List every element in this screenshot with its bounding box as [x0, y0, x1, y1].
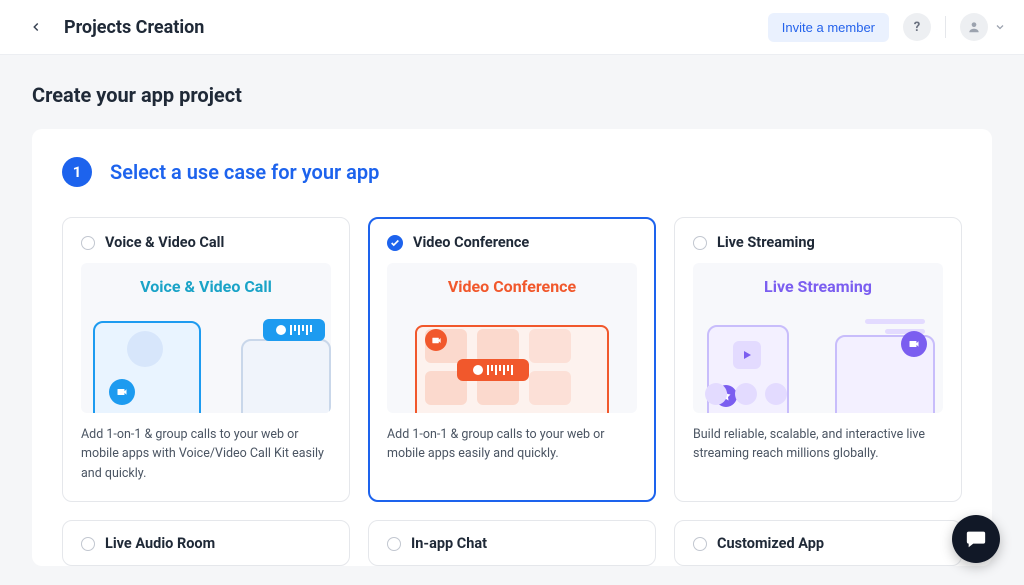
card-description: Add 1-on-1 & group calls to your web or …	[81, 425, 331, 483]
illustration-label: Live Streaming	[693, 263, 943, 296]
card-title: Live Audio Room	[105, 535, 215, 552]
use-case-card-live-audio-room[interactable]: Live Audio Room	[62, 520, 350, 566]
card-head: In-app Chat	[387, 535, 637, 552]
use-case-card-in-app-chat[interactable]: In-app Chat	[368, 520, 656, 566]
radio-unchecked-icon	[693, 537, 707, 551]
help-button[interactable]: ?	[903, 13, 931, 41]
card-title: Live Streaming	[717, 234, 815, 251]
card-illustration: Voice & Video Call	[81, 263, 331, 413]
back-button[interactable]	[24, 15, 48, 39]
card-head: Live Audio Room	[81, 535, 331, 552]
card-illustration: Live Streaming	[693, 263, 943, 413]
step-header: 1 Select a use case for your app	[62, 157, 962, 187]
play-icon	[733, 341, 761, 369]
user-icon	[967, 20, 981, 34]
chevron-down-icon	[994, 21, 1006, 33]
audio-wave-icon	[263, 319, 325, 341]
audio-wave-icon	[457, 359, 529, 381]
use-case-card-video-conference[interactable]: Video Conference Video Conference Add 1	[368, 217, 656, 502]
radio-unchecked-icon	[387, 537, 401, 551]
page-heading: Create your app project	[32, 83, 992, 107]
chat-icon	[965, 528, 987, 550]
card-head: Customized App	[693, 535, 943, 552]
camera-icon	[901, 331, 927, 357]
use-case-card-customized-app[interactable]: Customized App	[674, 520, 962, 566]
step-title: Select a use case for your app	[110, 160, 379, 184]
page-title: Projects Creation	[64, 17, 768, 38]
card-head: Live Streaming	[693, 234, 943, 251]
help-icon: ?	[914, 20, 920, 35]
radio-checked-icon	[387, 235, 403, 251]
use-case-grid: Voice & Video Call Voice & Video Call A	[62, 217, 962, 502]
illustration-label: Voice & Video Call	[81, 263, 331, 296]
chat-support-button[interactable]	[952, 515, 1000, 563]
radio-unchecked-icon	[81, 537, 95, 551]
invite-member-button[interactable]: Invite a member	[768, 13, 889, 42]
top-bar: Projects Creation Invite a member ?	[0, 0, 1024, 55]
card-head: Voice & Video Call	[81, 234, 331, 251]
radio-unchecked-icon	[81, 236, 95, 250]
card-title: Video Conference	[413, 234, 529, 251]
divider	[945, 16, 946, 38]
user-menu[interactable]	[960, 13, 1006, 41]
card-description: Build reliable, scalable, and interactiv…	[693, 425, 943, 464]
chevron-left-icon	[29, 20, 43, 34]
card-illustration: Video Conference	[387, 263, 637, 413]
camera-icon	[109, 379, 135, 405]
radio-unchecked-icon	[693, 236, 707, 250]
use-case-grid-row2: Live Audio Room In-app Chat Customized A…	[62, 520, 962, 566]
main-content: Create your app project 1 Select a use c…	[0, 55, 1024, 566]
step-number-badge: 1	[62, 157, 92, 187]
card-head: Video Conference	[387, 234, 637, 251]
illustration-label: Video Conference	[387, 263, 637, 296]
card-description: Add 1-on-1 & group calls to your web or …	[387, 425, 637, 464]
card-title: Voice & Video Call	[105, 234, 224, 251]
avatar	[960, 13, 988, 41]
use-case-card-live-streaming[interactable]: Live Streaming Live Streaming	[674, 217, 962, 502]
camera-icon	[425, 329, 447, 351]
use-case-card-voice-video-call[interactable]: Voice & Video Call Voice & Video Call A	[62, 217, 350, 502]
card-title: In-app Chat	[411, 535, 487, 552]
card-title: Customized App	[717, 535, 824, 552]
step-panel: 1 Select a use case for your app Voice &…	[32, 129, 992, 566]
